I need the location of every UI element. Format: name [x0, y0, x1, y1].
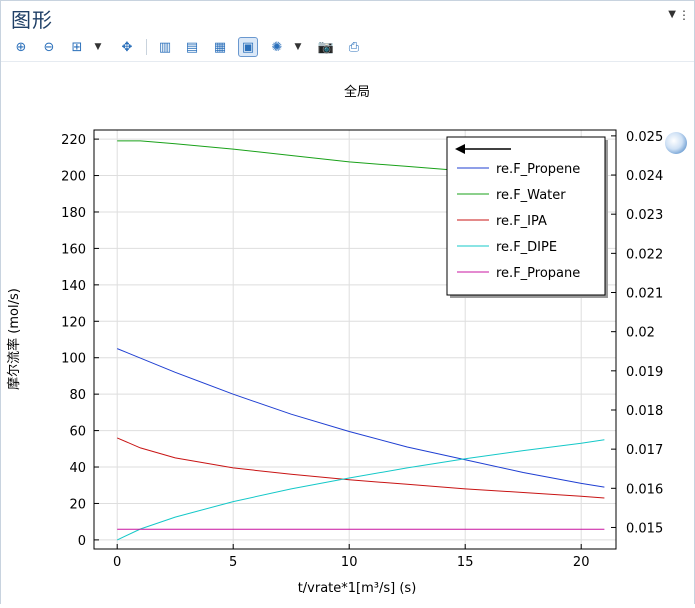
camera-icon[interactable]: 📷 [316, 37, 336, 57]
graphics-window: 图形 ▼ ⋮ ⊕ ⊖ ⊞ ▼ ✥ ▥ ▤ ▦ ▣ ✺ ▼ 📷 ⎙ 全局 0 5 10… [0, 0, 695, 604]
grid-both-icon[interactable]: ▦ [210, 37, 230, 57]
y-tick-label: 60 [69, 425, 86, 440]
x-tick-label: 20 [573, 555, 590, 570]
series-line [117, 348, 605, 488]
toolbar-divider [146, 39, 147, 55]
y-tick-label: 40 [69, 461, 86, 476]
y2-tick-label: 0.016 [626, 482, 663, 497]
legend-label: re.F_DIPE [496, 240, 557, 255]
y2-tick-label: 0.015 [626, 521, 663, 536]
legend-label: re.F_IPA [496, 214, 547, 229]
grid-vertical-icon[interactable]: ▥ [155, 37, 175, 57]
y2-tick-label: 0.02 [626, 326, 655, 341]
y-tick-label: 100 [61, 352, 86, 367]
chart-legend[interactable]: re.F_Propene re.F_Water re.F_IPA re.F_DIPEr… [446, 136, 608, 298]
plot-area[interactable]: 全局 0 5 10 15 20 0 20 40 60 80 100 120 140 160 180 200 22… [1, 61, 694, 604]
legend-toggle-icon[interactable]: ▣ [238, 37, 258, 57]
y2-tick-label: 0.017 [626, 443, 663, 458]
zoom-extents-icon[interactable]: ✥ [117, 37, 137, 57]
zoom-out-icon[interactable]: ⊖ [39, 37, 59, 57]
y2-tick-label: 0.018 [626, 404, 663, 419]
y-tick-label: 180 [61, 206, 86, 221]
chart-title: 全局 [344, 84, 370, 100]
window-titlebar: 图形 ▼ ⋮ [1, 1, 694, 33]
y-axis-label: 摩尔流率 (mol/s) [6, 288, 22, 390]
x-tick-label: 5 [229, 555, 237, 570]
collapse-icon[interactable]: ▼ [668, 9, 676, 20]
y2-tick-label: 0.024 [626, 169, 663, 184]
more-menu-icon[interactable]: ⋮ [678, 9, 690, 21]
line-chart[interactable]: 全局 0 5 10 15 2002040608010012014016018020022… [1, 62, 694, 604]
zoom-in-icon[interactable]: ⊕ [11, 37, 31, 57]
y2-tick-label: 0.025 [626, 130, 663, 145]
y-tick-label: 220 [61, 133, 86, 148]
y2-tick-label: 0.021 [626, 287, 663, 302]
zoom-box-icon[interactable]: ⊞ [67, 37, 87, 57]
graphics-toolbar: ⊕ ⊖ ⊞ ▼ ✥ ▥ ▤ ▦ ▣ ✺ ▼ 📷 ⎙ [1, 33, 694, 61]
series-line [117, 437, 605, 499]
legend-label: re.F_Propane [496, 266, 580, 281]
y-tick-label: 0 [78, 534, 86, 549]
x-tick-label: 10 [341, 555, 358, 570]
y2-tick-label: 0.023 [626, 208, 663, 223]
series-line [116, 439, 605, 541]
scene-light-dropdown-chevron-icon[interactable]: ▼ [293, 37, 303, 57]
legend-label: re.F_Propene [496, 162, 580, 177]
y-tick-label: 20 [69, 497, 86, 512]
y2-tick-label: 0.022 [626, 247, 663, 262]
zoom-dropdown-chevron-icon[interactable]: ▼ [93, 37, 103, 57]
print-icon[interactable]: ⎙ [344, 37, 364, 57]
window-title: 图形 [11, 8, 53, 32]
app-logo-icon [665, 132, 687, 154]
x-axis-label: t/vrate*1[m³/s] (s) [298, 581, 417, 596]
x-tick-label: 0 [113, 555, 121, 570]
grid-horizontal-icon[interactable]: ▤ [182, 37, 202, 57]
y-tick-label: 200 [61, 170, 86, 185]
x-tick-label: 15 [457, 555, 474, 570]
y-tick-label: 140 [61, 279, 86, 294]
y2-tick-label: 0.019 [626, 365, 663, 380]
legend-label: re.F_Water [496, 188, 566, 203]
y-tick-label: 80 [69, 388, 86, 403]
y-tick-label: 120 [61, 315, 86, 330]
scene-light-icon[interactable]: ✺ [267, 37, 287, 57]
y-tick-label: 160 [61, 242, 86, 257]
